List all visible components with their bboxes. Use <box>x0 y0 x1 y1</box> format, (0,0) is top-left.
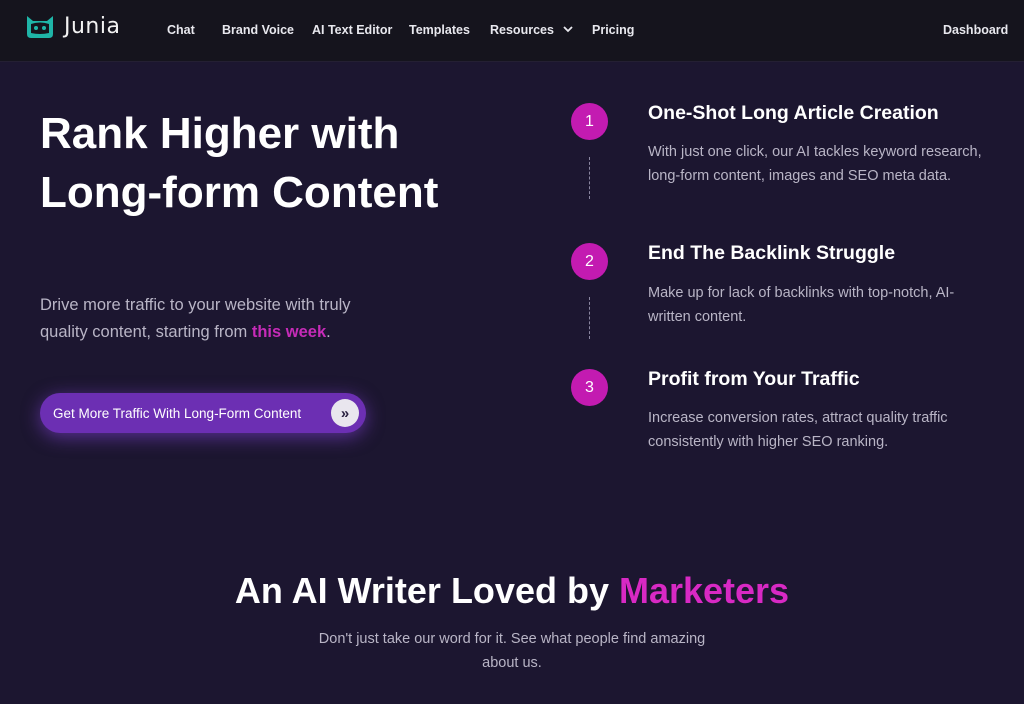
step-connector-1 <box>589 157 590 199</box>
nav-link-pricing[interactable]: Pricing <box>592 23 634 37</box>
step-number-1: 1 <box>571 103 608 140</box>
step-description-1: With just one click, our AI tackles keyw… <box>648 144 982 184</box>
junia-cat-icon <box>27 16 53 38</box>
testimonials-title-start: An AI Writer Loved by <box>234 570 619 611</box>
top-navbar: Junia Chat Brand Voice AI Text Editor Te… <box>0 0 1024 62</box>
step-number-3: 3 <box>571 369 608 406</box>
step-title-1: One-Shot Long Article Creation <box>648 102 939 124</box>
nav-link-brand-voice[interactable]: Brand Voice <box>222 23 294 37</box>
nav-link-resources-label: Resources <box>490 23 554 37</box>
step-number-2: 2 <box>571 243 608 280</box>
hero-subtitle-accent: this week <box>251 323 327 341</box>
testimonials-subtitle: Don't just take our word for it. See wha… <box>318 631 706 671</box>
nav-link-resources[interactable]: Resources <box>490 23 574 37</box>
brand-name: Junia <box>64 13 121 39</box>
testimonials-title: An AI Writer Loved by Marketers <box>0 570 1024 612</box>
nav-link-ai-text-editor[interactable]: AI Text Editor <box>312 23 392 37</box>
step-title-3: Profit from Your Traffic <box>648 368 860 390</box>
cta-label: Get More Traffic With Long-Form Content <box>53 405 302 421</box>
hero-subtitle: Drive more traffic to your website with … <box>40 292 370 346</box>
hero-title: Rank Higher with Long-form Content <box>40 109 439 217</box>
get-more-traffic-button[interactable]: Get More Traffic With Long-Form Content … <box>40 393 366 433</box>
nav-link-chat[interactable]: Chat <box>167 23 195 37</box>
step-description-3: Increase conversion rates, attract quali… <box>648 410 948 450</box>
nav-link-templates[interactable]: Templates <box>409 23 470 37</box>
hero-subtitle-end: . <box>326 323 331 341</box>
step-description-2: Make up for lack of backlinks with top-n… <box>648 285 955 325</box>
brand-logo[interactable]: Junia <box>24 12 120 40</box>
nav-link-dashboard[interactable]: Dashboard <box>943 23 1008 37</box>
step-title-2: End The Backlink Struggle <box>648 242 896 264</box>
step-connector-2 <box>589 297 590 339</box>
chevron-down-icon <box>563 26 574 33</box>
double-chevron-right-icon: » <box>331 399 359 427</box>
testimonials-title-accent: Marketers <box>618 570 790 611</box>
